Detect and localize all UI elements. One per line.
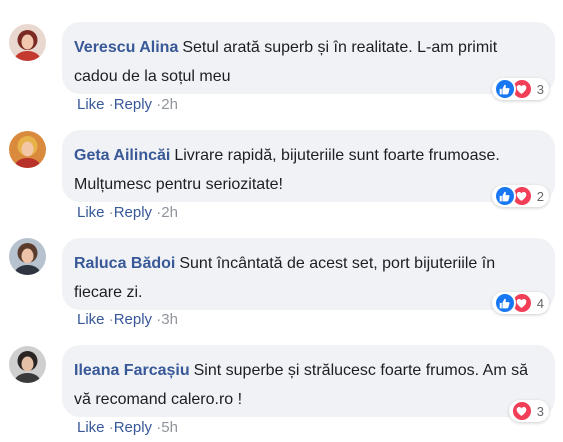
reply-button[interactable]: Reply — [114, 419, 152, 436]
comment-author[interactable]: Verescu Alina — [74, 39, 178, 56]
comment-author[interactable]: Geta Ailincăi — [74, 147, 170, 164]
avatar[interactable] — [9, 24, 46, 61]
reaction-summary[interactable]: 3 — [508, 400, 549, 422]
reaction-count: 2 — [536, 188, 544, 204]
comment-bubble: Ileana Farcașiu Sint superbe și străluces… — [62, 345, 555, 417]
reaction-count: 3 — [536, 81, 544, 97]
love-icon — [510, 400, 533, 422]
comment-text-block: Verescu Alina Setul arată superb și în re… — [74, 33, 534, 91]
like-icon — [493, 185, 516, 207]
comment-author[interactable]: Ileana Farcașiu — [74, 362, 190, 379]
comment-actions: Like ·Reply ·5h — [77, 418, 178, 438]
reaction-summary[interactable]: 2 — [491, 185, 549, 207]
comment-author[interactable]: Raluca Bădoi — [74, 255, 175, 272]
like-button[interactable]: Like — [77, 96, 105, 113]
timestamp[interactable]: 5h — [161, 419, 178, 436]
like-icon — [493, 78, 516, 100]
timestamp[interactable]: 3h — [161, 311, 178, 328]
comment-text-block: Geta Ailincăi Livrare rapidă, bijuteriile… — [74, 141, 534, 199]
reply-button[interactable]: Reply — [114, 204, 152, 221]
avatar[interactable] — [9, 238, 46, 275]
comment-bubble: Geta Ailincăi Livrare rapidă, bijuteriile… — [62, 130, 555, 202]
comment-bubble: Raluca Bădoi Sunt încântată de acest set,… — [62, 238, 555, 310]
reaction-count: 3 — [536, 403, 544, 419]
comment-actions: Like ·Reply ·2h — [77, 203, 178, 223]
reaction-count: 4 — [536, 295, 544, 311]
comment-text-block: Raluca Bădoi Sunt încântată de acest set,… — [74, 249, 534, 307]
avatar[interactable] — [9, 131, 46, 168]
comment-bubble: Verescu Alina Setul arată superb și în re… — [62, 22, 555, 94]
like-icon — [493, 292, 516, 314]
comment-actions: Like ·Reply ·3h — [77, 310, 178, 330]
like-button[interactable]: Like — [77, 204, 105, 221]
reply-button[interactable]: Reply — [114, 311, 152, 328]
like-button[interactable]: Like — [77, 311, 105, 328]
timestamp[interactable]: 2h — [161, 204, 178, 221]
reaction-summary[interactable]: 3 — [491, 78, 549, 100]
reply-button[interactable]: Reply — [114, 96, 152, 113]
comment-text-block: Ileana Farcașiu Sint superbe și străluces… — [74, 356, 534, 414]
comment-actions: Like ·Reply ·2h — [77, 95, 178, 115]
avatar[interactable] — [9, 346, 46, 383]
timestamp[interactable]: 2h — [161, 96, 178, 113]
reaction-summary[interactable]: 4 — [491, 292, 549, 314]
like-button[interactable]: Like — [77, 419, 105, 436]
